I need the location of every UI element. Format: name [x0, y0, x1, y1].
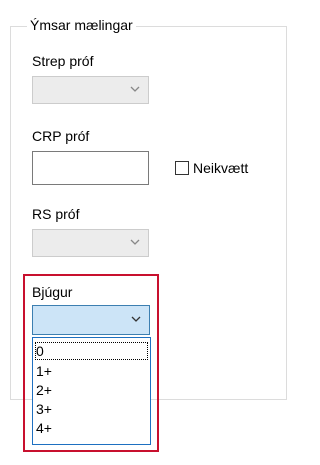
crp-input[interactable]: [32, 151, 149, 185]
option-0[interactable]: 0: [35, 342, 148, 360]
neikvaett-label[interactable]: Neikvætt: [193, 159, 248, 177]
group-title: Ýmsar mælingar: [27, 16, 136, 34]
neikvaett-checkbox[interactable]: [175, 161, 189, 175]
rs-label: RS próf: [32, 206, 80, 222]
option-2plus[interactable]: 2+: [35, 381, 52, 399]
rs-combobox[interactable]: [32, 229, 149, 257]
strep-label: Strep próf: [32, 53, 94, 69]
option-1plus[interactable]: 1+: [35, 362, 52, 380]
chevron-down-icon: [130, 239, 140, 245]
option-3plus[interactable]: 3+: [35, 400, 52, 418]
bjugur-label: Bjúgur: [32, 284, 73, 300]
chevron-down-icon: [130, 86, 140, 92]
crp-label: CRP próf: [32, 128, 90, 144]
bjugur-combobox[interactable]: [32, 305, 150, 335]
bjugur-dropdown-list: 0 1+ 2+ 3+ 4+: [32, 337, 151, 445]
option-4plus[interactable]: 4+: [35, 419, 52, 437]
strep-combobox[interactable]: [32, 76, 149, 104]
chevron-down-icon: [131, 316, 141, 322]
